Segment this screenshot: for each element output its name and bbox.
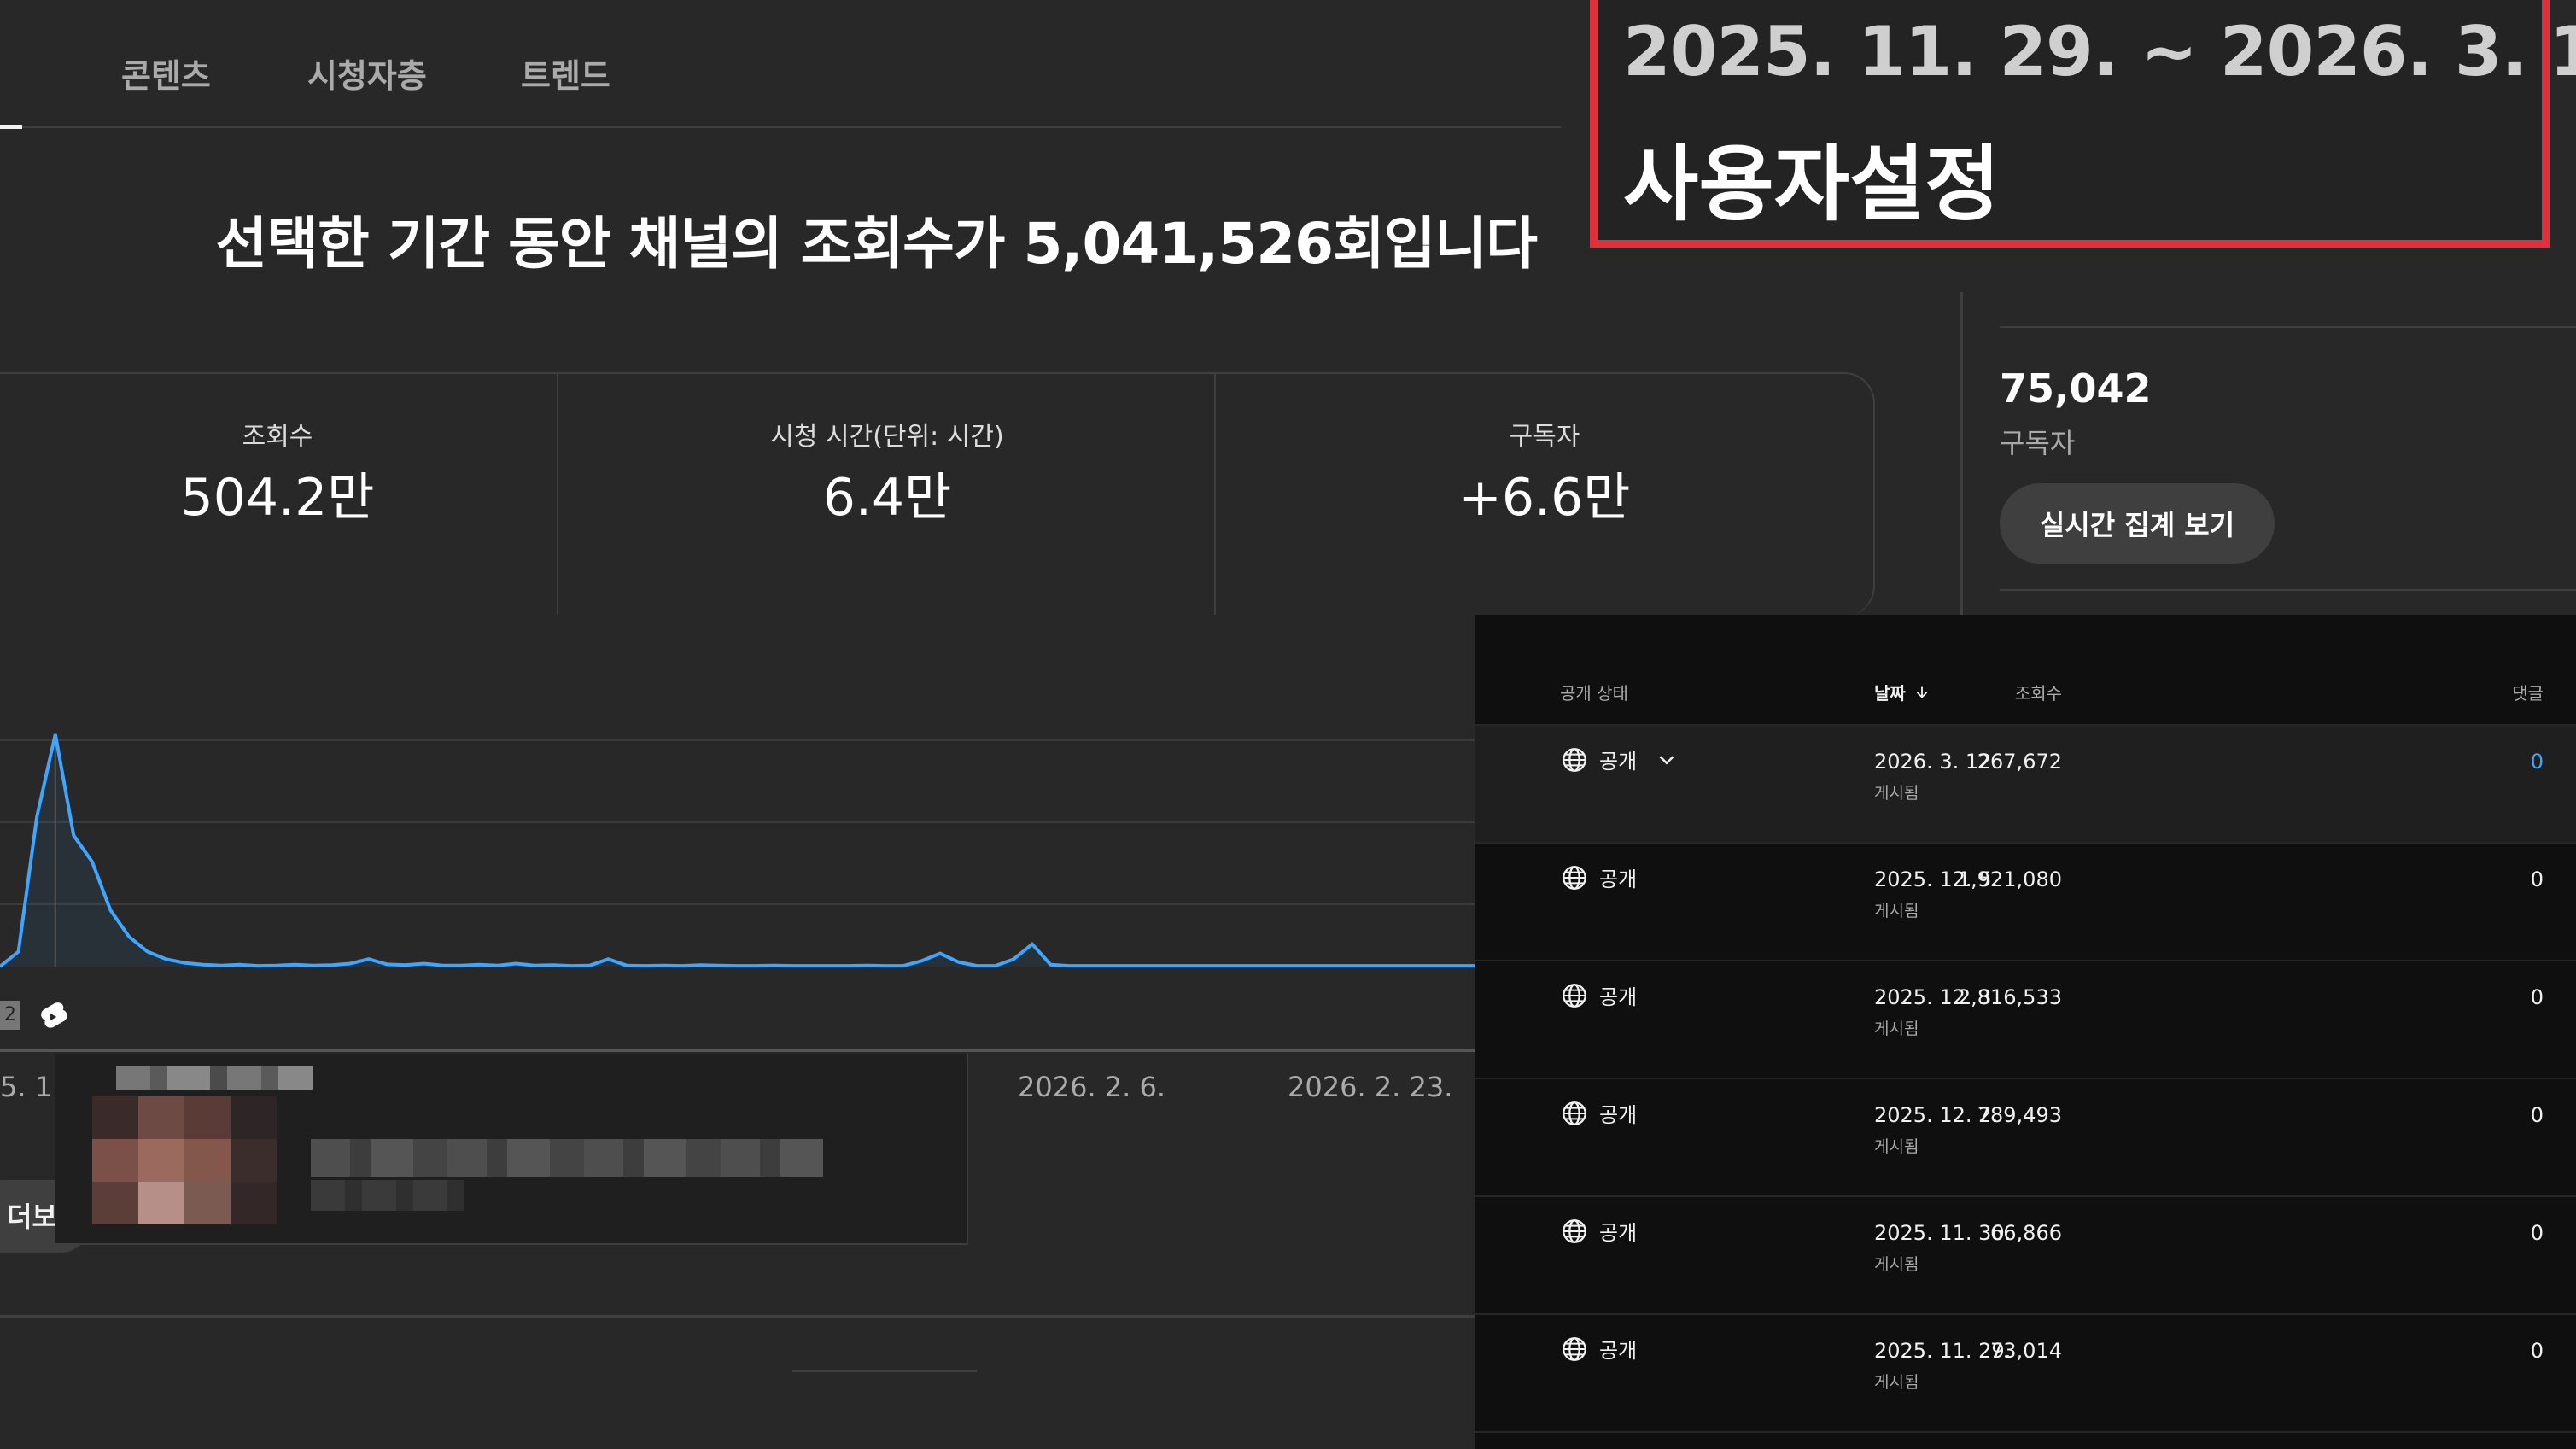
- metric-label: 구독자: [1509, 422, 1580, 452]
- realtime-subscriber-label: 구독자: [2000, 427, 2076, 459]
- row-views: 73,014: [1990, 1339, 2062, 1363]
- metric-value: 6.4만: [822, 468, 952, 528]
- row-status: 게시됨: [1874, 902, 1919, 920]
- row-views: 66,866: [1990, 1221, 2062, 1245]
- column-header-visibility[interactable]: 공개 상태: [1560, 680, 1628, 704]
- row-status: 게시됨: [1874, 1137, 1919, 1156]
- visibility-label: 공개: [1599, 1339, 1638, 1363]
- video-tag-badge: 2: [0, 1001, 20, 1030]
- row-status: 게시됨: [1874, 1020, 1919, 1038]
- globe-icon: [1563, 1101, 1586, 1125]
- metric-card-watch-time[interactable]: 시청 시간(단위: 시간) 6.4만: [557, 374, 1216, 616]
- headline-total-views: 5,041,526: [1023, 211, 1335, 277]
- visibility-status: 공개: [1560, 862, 1637, 892]
- column-header-date[interactable]: 날짜: [1874, 680, 1931, 704]
- globe-icon: [1563, 865, 1586, 890]
- table-row[interactable]: 공개 2025. 12. 2. 게시됨 789,493 0: [1475, 1079, 2576, 1197]
- row-views: 2,816,533: [1957, 985, 2062, 1009]
- row-comments-link[interactable]: 0: [2531, 750, 2544, 774]
- visibility-label: 공개: [1599, 750, 1638, 774]
- row-comments: 0: [2530, 1103, 2544, 1127]
- headline-suffix: 회입니다: [1333, 211, 1538, 277]
- analytics-tab-bar: 콘텐츠 시청자층 트렌드: [0, 0, 1561, 129]
- row-status: 게시됨: [1874, 784, 1919, 803]
- headline-prefix: 선택한 기간 동안 채널의 조회수가: [215, 211, 1024, 277]
- blurred-thumbnail: [92, 1096, 277, 1224]
- visibility-dropdown[interactable]: 공개: [1560, 745, 1679, 774]
- sort-down-arrow-icon: [1916, 686, 1927, 698]
- column-header-comments[interactable]: 댓글: [2512, 680, 2544, 704]
- metric-cards: 조회수 504.2만 시청 시간(단위: 시간) 6.4만 구독자 +6.6만: [0, 372, 1875, 616]
- views-chart-panel: 2 5. 11 2026. 2. 6. 2026. 2. 23. 더보기: [0, 615, 1475, 1449]
- date-range-text: 2025. 11. 29. ~ 2026. 3. 12.: [1623, 12, 2576, 91]
- metric-card-subscribers[interactable]: 구독자 +6.6만: [1214, 374, 1873, 616]
- section-divider: [0, 1315, 1475, 1318]
- realtime-subscriber-count: 75,042: [2000, 365, 2152, 412]
- chevron-down-icon[interactable]: [1654, 747, 1679, 773]
- row-comments: 0: [2530, 1221, 2544, 1245]
- visibility-status: 공개: [1560, 1334, 1637, 1364]
- active-tab-indicator: [0, 125, 22, 129]
- visibility-status: 공개: [1560, 1216, 1637, 1246]
- row-comments: 0: [2530, 868, 2544, 891]
- row-comments: 0: [2530, 1339, 2544, 1363]
- table-row[interactable]: 공개 2025. 12. 3. 게시됨 2,816,533 0: [1475, 961, 2576, 1079]
- visibility-status: 공개: [1560, 1098, 1637, 1128]
- tab-trends[interactable]: 트렌드: [521, 50, 610, 96]
- view-realtime-button[interactable]: 실시간 집계 보기: [2000, 483, 2275, 564]
- blurred-video-title: [311, 1139, 823, 1177]
- row-views: 1,921,080: [1957, 868, 2062, 891]
- visibility-status: 공개: [1560, 980, 1637, 1010]
- globe-icon: [1563, 983, 1586, 1008]
- metric-label: 조회수: [242, 422, 313, 452]
- globe-icon: [1563, 1336, 1586, 1361]
- blurred-title: [116, 1066, 313, 1090]
- date-range-selector[interactable]: 2025. 11. 29. ~ 2026. 3. 12. 사용자설정: [1590, 0, 2576, 248]
- metric-value: +6.6만: [1458, 468, 1631, 528]
- blurred-meta: [311, 1180, 464, 1211]
- date-range-mode: 사용자설정: [1623, 137, 2001, 232]
- table-row[interactable]: 공개 2025. 12. 5. 게시됨 1,921,080 0: [1475, 844, 2576, 961]
- tab-content[interactable]: 콘텐츠: [121, 50, 211, 96]
- realtime-divider-bottom: [2000, 589, 2576, 591]
- x-axis-label: 2026. 2. 23.: [1288, 1071, 1453, 1103]
- row-status: 게시됨: [1874, 1373, 1919, 1392]
- metric-card-views[interactable]: 조회수 504.2만: [0, 374, 557, 616]
- table-row[interactable]: 공개 2025. 11. 29. 게시됨 73,014 0: [1475, 1315, 2576, 1433]
- realtime-divider: [1960, 292, 1963, 615]
- table-row[interactable]: 공개 2026. 3. 12. 게시됨 267,672 0: [1475, 726, 2576, 844]
- x-axis-label: 2026. 2. 6.: [1018, 1071, 1166, 1103]
- column-header-date-label: 날짜: [1874, 683, 1906, 704]
- visibility-label: 공개: [1599, 1103, 1638, 1127]
- chart-baseline: [0, 1049, 1475, 1052]
- table-row[interactable]: 공개 2025. 11. 30. 게시됨 66,866 0: [1475, 1197, 2576, 1315]
- row-views: 789,493: [1977, 1103, 2062, 1127]
- metric-value: 504.2만: [180, 468, 375, 528]
- content-table: 공개 상태 날짜 조회수 댓글 공개 2026. 3. 12. 게시됨 267,…: [1475, 615, 2576, 1449]
- globe-icon: [1563, 747, 1586, 772]
- row-comments: 0: [2530, 985, 2544, 1009]
- row-views: 267,672: [1977, 750, 2062, 774]
- globe-icon: [1563, 1218, 1586, 1243]
- visibility-label: 공개: [1599, 1221, 1638, 1245]
- scroll-indicator: [792, 1370, 977, 1372]
- shorts-icon: [41, 1002, 67, 1028]
- row-status: 게시됨: [1874, 1255, 1919, 1274]
- visibility-label: 공개: [1599, 985, 1638, 1009]
- views-line-chart[interactable]: [0, 726, 1475, 1008]
- page-headline: 선택한 기간 동안 채널의 조회수가 5,041,526회입니다: [0, 198, 1538, 280]
- video-preview-popup[interactable]: [55, 1054, 968, 1245]
- column-header-views[interactable]: 조회수: [2015, 680, 2062, 704]
- series-line-views[interactable]: [0, 733, 1475, 968]
- realtime-divider-top: [2000, 326, 2576, 328]
- metric-label: 시청 시간(단위: 시간): [770, 422, 1004, 452]
- tab-audience[interactable]: 시청자층: [307, 50, 427, 96]
- chart-area-fill: [0, 734, 1475, 967]
- visibility-label: 공개: [1599, 868, 1638, 891]
